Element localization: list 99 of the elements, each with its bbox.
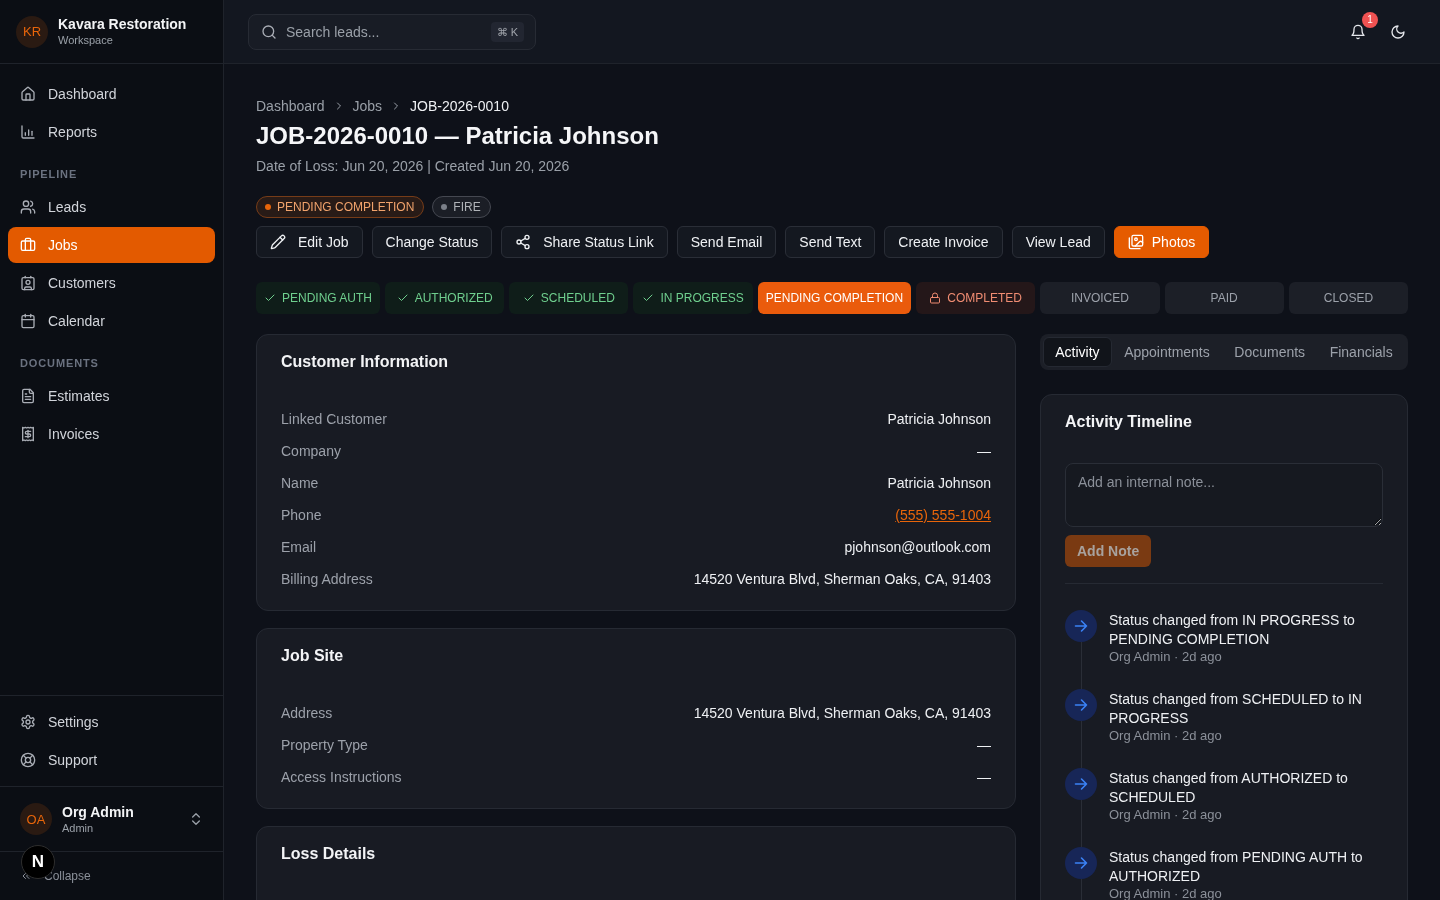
sidebar-item[interactable]: Calendar bbox=[8, 303, 215, 339]
field-label: Company bbox=[281, 442, 341, 461]
house-icon bbox=[20, 86, 36, 102]
field-label: Billing Address bbox=[281, 570, 373, 589]
breadcrumb-current: JOB-2026-0010 bbox=[410, 97, 509, 116]
tab[interactable]: Documents bbox=[1222, 337, 1318, 367]
page-title: JOB-2026-0010 — Patricia Johnson bbox=[256, 121, 660, 151]
moon-icon bbox=[1390, 23, 1406, 40]
people-icon bbox=[20, 199, 36, 215]
person-card-icon bbox=[20, 275, 36, 291]
card-title: Job Site bbox=[281, 646, 345, 666]
action-button[interactable]: View Lead bbox=[1011, 226, 1105, 258]
page-subtitle: Date of Loss: Jun 20, 2026 | Created Jun 20, 2026 bbox=[256, 157, 571, 176]
user-role: Admin bbox=[62, 820, 95, 835]
workspace-avatar: KR bbox=[16, 15, 48, 48]
lock-icon bbox=[929, 292, 942, 304]
tab[interactable]: Financials bbox=[1317, 337, 1405, 367]
workspace-label: Workspace bbox=[58, 33, 114, 47]
step-label: INVOICED bbox=[1070, 290, 1129, 306]
lifebuoy-icon bbox=[20, 752, 36, 768]
step-label: PENDING AUTH bbox=[282, 290, 372, 306]
card-title: Loss Details bbox=[281, 844, 377, 864]
breadcrumb-link[interactable]: Dashboard bbox=[256, 96, 325, 116]
field-value: — bbox=[977, 768, 991, 787]
action-button[interactable]: Send Text bbox=[785, 226, 876, 258]
field-value: pjohnson@outlook.com bbox=[844, 538, 991, 557]
field-label: Phone bbox=[281, 506, 322, 525]
step-label: IN PROGRESS bbox=[660, 290, 744, 306]
check-icon bbox=[642, 292, 655, 304]
note-field[interactable]: Add an internal note... bbox=[1065, 463, 1383, 527]
sidebar-item[interactable]: Invoices bbox=[8, 416, 215, 452]
action-button[interactable]: Change Status bbox=[371, 226, 493, 258]
field-value: 14520 Ventura Blvd, Sherman Oaks, CA, 91403 bbox=[693, 570, 991, 589]
card-title: Customer Information bbox=[281, 352, 450, 372]
calendar-icon bbox=[20, 313, 36, 329]
phone-link[interactable]: (555) 555-1004 bbox=[895, 499, 991, 531]
sidebar-item[interactable]: Reports bbox=[8, 114, 215, 150]
event-meta: Org Admin · 2d ago bbox=[1109, 888, 1223, 900]
share-icon bbox=[515, 234, 532, 250]
field-label: Linked Customer bbox=[281, 410, 387, 429]
section-heading: DOCUMENTS bbox=[19, 356, 100, 371]
breadcrumb-link[interactable]: Jobs bbox=[352, 96, 383, 116]
workspace-name: Kavara Restoration bbox=[58, 16, 187, 33]
notification-count: 1 bbox=[1362, 11, 1378, 28]
sidebar-item[interactable]: Settings bbox=[8, 704, 215, 740]
tab[interactable]: Appointments bbox=[1111, 337, 1223, 367]
check-icon bbox=[264, 292, 276, 304]
bar-chart-icon bbox=[20, 124, 36, 140]
action-button[interactable]: Create Invoice bbox=[884, 226, 1003, 258]
check-icon bbox=[396, 292, 409, 304]
step-label: PAID bbox=[1210, 290, 1238, 306]
briefcase-icon bbox=[20, 237, 36, 253]
action-button[interactable]: Photos bbox=[1113, 226, 1210, 258]
tag-label: FIRE bbox=[453, 199, 481, 215]
field-label: Access Instructions bbox=[281, 768, 402, 787]
field-label: Name bbox=[281, 474, 319, 493]
field-value: 14520 Ventura Blvd, Sherman Oaks, CA, 91403 bbox=[693, 704, 991, 723]
settings-icon bbox=[20, 714, 36, 730]
action-button[interactable]: Edit Job bbox=[256, 226, 363, 258]
bell-icon bbox=[1350, 23, 1366, 40]
document-icon bbox=[20, 388, 36, 404]
user-avatar: OA bbox=[20, 803, 52, 835]
sidebar-item[interactable]: Jobs bbox=[8, 227, 215, 263]
field-value: — bbox=[977, 736, 991, 755]
receipt-icon bbox=[20, 426, 36, 442]
event-text: Status changed from IN PROGRESS to PENDING COMPLETION bbox=[1109, 611, 1356, 649]
pencil-icon bbox=[270, 234, 286, 250]
check-icon bbox=[522, 292, 535, 304]
step-label: PENDING COMPLETION bbox=[765, 290, 904, 306]
card-title: Activity Timeline bbox=[1065, 412, 1193, 432]
field-label: Address bbox=[281, 704, 333, 723]
event-meta: Org Admin · 2d ago bbox=[1109, 730, 1223, 742]
step-label: SCHEDULED bbox=[540, 290, 615, 306]
sidebar-item[interactable]: Dashboard bbox=[8, 76, 215, 112]
field-label: Email bbox=[281, 538, 316, 557]
field-label: Property Type bbox=[281, 736, 368, 755]
sidebar-item[interactable]: Leads bbox=[8, 189, 215, 225]
section-heading: PIPELINE bbox=[19, 167, 79, 182]
step-label: AUTHORIZED bbox=[414, 290, 493, 306]
event-text: Status changed from PENDING AUTH to AUTHORIZED bbox=[1109, 848, 1364, 886]
event-meta: Org Admin · 2d ago bbox=[1109, 651, 1223, 663]
step-label: CLOSED bbox=[1323, 290, 1374, 306]
pictures-icon bbox=[1127, 234, 1144, 250]
action-button[interactable]: Share Status Link bbox=[501, 226, 668, 258]
search-icon bbox=[261, 23, 277, 40]
field-value: — bbox=[977, 442, 991, 461]
sidebar-item[interactable]: Customers bbox=[8, 265, 215, 301]
tab[interactable]: Activity bbox=[1043, 337, 1112, 367]
sidebar-item[interactable]: Estimates bbox=[8, 378, 215, 414]
field-value: Patricia Johnson bbox=[887, 410, 991, 429]
event-text: Status changed from SCHEDULED to IN PROGRESS bbox=[1109, 690, 1363, 728]
sidebar-item[interactable]: Support bbox=[8, 742, 215, 778]
event-meta: Org Admin · 2d ago bbox=[1109, 809, 1223, 821]
user-name: Org Admin bbox=[62, 803, 135, 821]
action-button[interactable]: Send Email bbox=[676, 226, 777, 258]
tag-label: PENDING COMPLETION bbox=[277, 199, 415, 215]
step-label: COMPLETED bbox=[947, 290, 1023, 306]
field-value: Patricia Johnson bbox=[887, 474, 991, 493]
event-text: Status changed from AUTHORIZED to SCHEDULED bbox=[1109, 769, 1349, 807]
